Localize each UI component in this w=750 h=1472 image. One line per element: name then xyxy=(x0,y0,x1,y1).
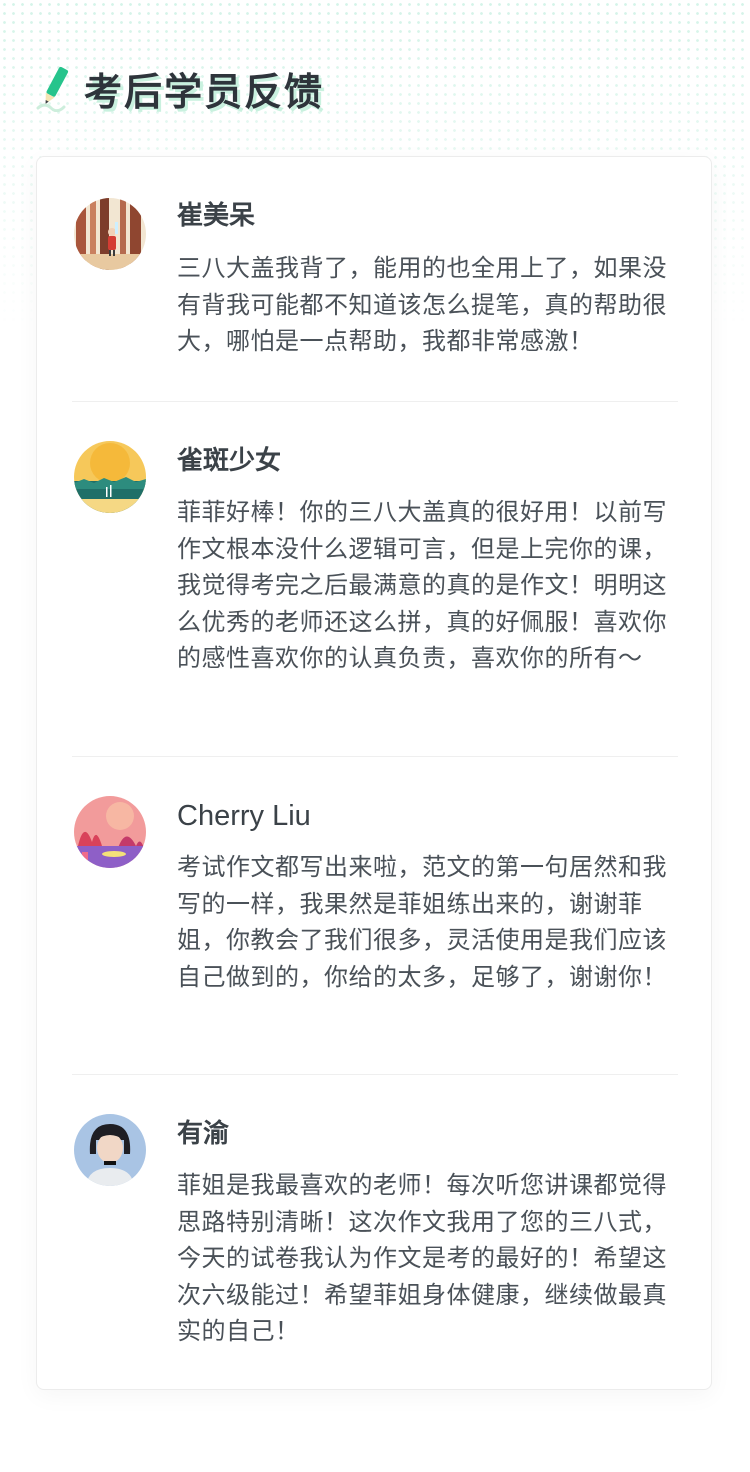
girl-portrait-avatar xyxy=(74,1114,146,1186)
page-title: 考后学员反馈 xyxy=(84,69,325,114)
pencil-icon xyxy=(36,66,69,112)
reviewer-name: 有渝 xyxy=(177,1119,230,1149)
divider xyxy=(72,401,678,402)
review-text: 菲菲好棒！你的三八大盖真的很好用！以前写作文根本没什么逻辑可言，但是上完你的课，… xyxy=(177,498,667,672)
pink-garden-avatar xyxy=(74,796,146,868)
review-text: 三八大盖我背了，能用的也全用上了，如果没有背我可能都不知道该怎么提笔，真的帮助很… xyxy=(177,254,667,355)
forest-illustration-avatar xyxy=(74,198,146,270)
page-header: 考后学员反馈 xyxy=(36,58,324,118)
reviewer-name: 崔美呆 xyxy=(177,201,256,231)
review-text: 考试作文都写出来啦，范文的第一句居然和我写的一样，我果然是菲姐练出来的，谢谢菲姐… xyxy=(177,853,667,991)
feedback-card: 崔美呆 三八大盖我背了，能用的也全用上了，如果没有背我可能都不知道该怎么提笔，真… xyxy=(36,156,712,1390)
reviewer-name: 雀斑少女 xyxy=(177,446,282,476)
sunset-landscape-avatar xyxy=(74,441,146,513)
reviewer-name: Cherry Liu xyxy=(177,800,311,832)
divider xyxy=(72,1074,678,1075)
review-text: 菲姐是我最喜欢的老师！每次听您讲课都觉得思路特别清晰！这次作文我用了您的三八式，… xyxy=(177,1171,667,1345)
divider xyxy=(72,756,678,757)
